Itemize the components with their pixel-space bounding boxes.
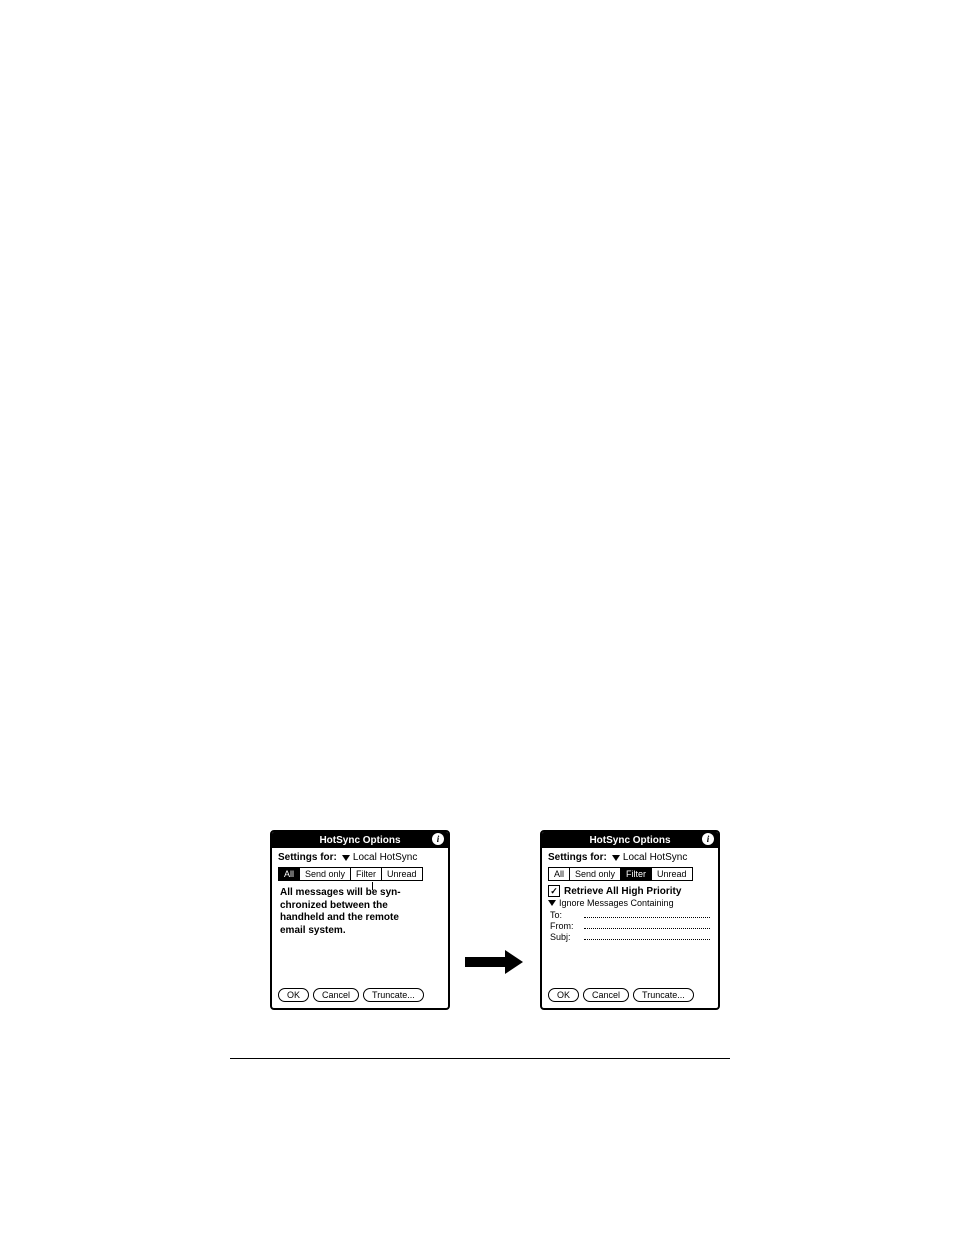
- tab-unread[interactable]: Unread: [381, 867, 423, 881]
- ok-button[interactable]: OK: [548, 988, 579, 1002]
- settings-for-label: Settings for:: [278, 852, 337, 863]
- checkbox-retrieve[interactable]: ✓: [548, 885, 560, 897]
- settings-for-row: Settings for: Local HotSync: [272, 848, 448, 865]
- from-label: From:: [550, 921, 580, 931]
- arrow-icon: [465, 950, 525, 974]
- tabs: All Send only Filter Unread: [278, 867, 442, 881]
- tab-send-only[interactable]: Send only: [569, 867, 621, 881]
- from-field-row: From:: [542, 920, 718, 931]
- truncate-button[interactable]: Truncate...: [633, 988, 694, 1002]
- to-field-row: To:: [542, 909, 718, 920]
- truncate-button[interactable]: Truncate...: [363, 988, 424, 1002]
- horizontal-rule: [230, 1058, 730, 1059]
- to-label: To:: [550, 910, 580, 920]
- settings-for-row: Settings for: Local HotSync: [542, 848, 718, 865]
- figure-hotsync-options: HotSync Options i Settings for: Local Ho…: [270, 830, 730, 1050]
- retrieve-label: Retrieve All High Priority: [564, 886, 681, 897]
- cancel-button[interactable]: Cancel: [313, 988, 359, 1002]
- titlebar: HotSync Options i: [272, 832, 448, 848]
- ignore-label: Ignore Messages Containing: [559, 898, 674, 908]
- titlebar: HotSync Options i: [542, 832, 718, 848]
- tab-filter[interactable]: Filter: [620, 867, 652, 881]
- chevron-down-icon[interactable]: [548, 900, 556, 906]
- tabs: All Send only Filter Unread: [548, 867, 712, 881]
- tab-send-only[interactable]: Send only: [299, 867, 351, 881]
- to-input[interactable]: [584, 909, 710, 918]
- chevron-down-icon[interactable]: [342, 855, 350, 861]
- from-input[interactable]: [584, 920, 710, 929]
- settings-for-value[interactable]: Local HotSync: [623, 852, 687, 863]
- dialog-hotsync-filter: HotSync Options i Settings for: Local Ho…: [540, 830, 720, 1010]
- settings-for-label: Settings for:: [548, 852, 607, 863]
- tab-all[interactable]: All: [278, 867, 300, 881]
- tab-all[interactable]: All: [548, 867, 570, 881]
- tab-unread[interactable]: Unread: [651, 867, 693, 881]
- retrieve-high-priority-row[interactable]: ✓ Retrieve All High Priority: [542, 883, 718, 897]
- chevron-down-icon[interactable]: [612, 855, 620, 861]
- dialog-title: HotSync Options: [319, 835, 400, 846]
- all-description: All messages will be syn- chronized betw…: [280, 887, 440, 937]
- dialog-hotsync-all: HotSync Options i Settings for: Local Ho…: [270, 830, 450, 1010]
- tab-filter[interactable]: Filter: [350, 867, 382, 881]
- callout-tick: [372, 882, 373, 890]
- info-icon[interactable]: i: [702, 833, 714, 845]
- subj-input[interactable]: [584, 931, 710, 940]
- ok-button[interactable]: OK: [278, 988, 309, 1002]
- info-icon[interactable]: i: [432, 833, 444, 845]
- settings-for-value[interactable]: Local HotSync: [353, 852, 417, 863]
- body-all: All messages will be syn- chronized betw…: [272, 883, 448, 941]
- subj-label: Subj:: [550, 932, 580, 942]
- button-row: OK Cancel Truncate...: [278, 988, 424, 1002]
- ignore-containing-row[interactable]: Ignore Messages Containing: [542, 897, 718, 909]
- subj-field-row: Subj:: [542, 931, 718, 942]
- cancel-button[interactable]: Cancel: [583, 988, 629, 1002]
- button-row: OK Cancel Truncate...: [548, 988, 694, 1002]
- dialog-title: HotSync Options: [589, 835, 670, 846]
